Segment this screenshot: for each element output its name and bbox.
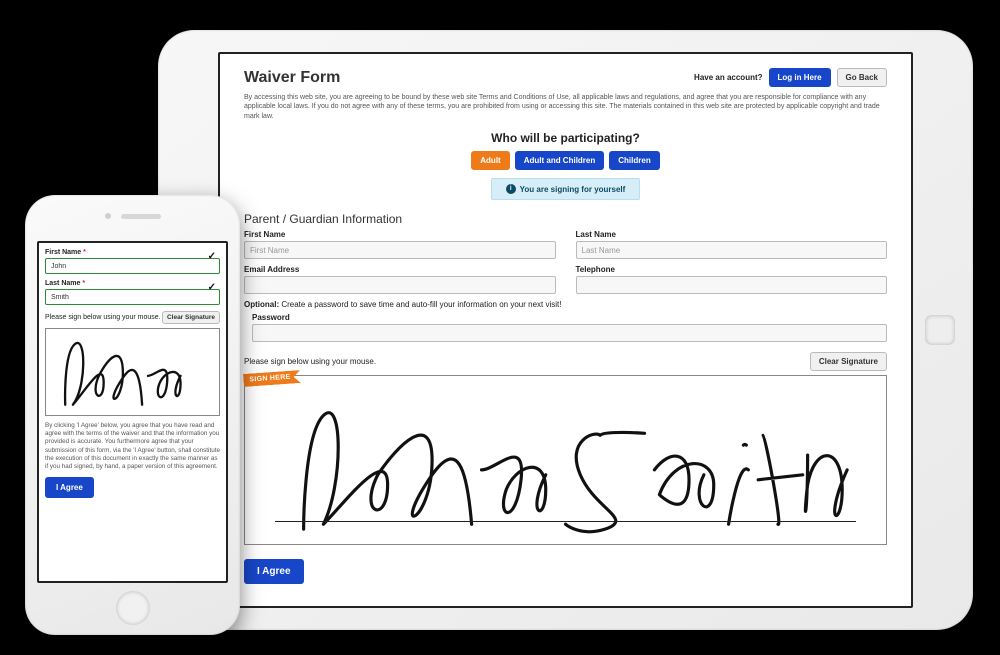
agree-button[interactable]: I Agree [244, 559, 304, 584]
signature-pad[interactable] [45, 328, 220, 416]
email-input[interactable] [244, 276, 556, 294]
info-icon: i [506, 184, 516, 194]
signature-baseline [275, 521, 856, 522]
go-back-button[interactable]: Go Back [837, 68, 887, 87]
option-adult-and-children[interactable]: Adult and Children [515, 151, 605, 170]
email-label: Email Address [244, 265, 556, 274]
phone-top-cluster [25, 213, 240, 219]
clear-signature-button[interactable]: Clear Signature [810, 352, 887, 371]
telephone-input[interactable] [576, 276, 888, 294]
signature-header-row: Please sign below using your mouse. Clea… [244, 352, 887, 371]
login-button[interactable]: Log in Here [769, 68, 831, 87]
self-sign-note-text: You are signing for yourself [520, 185, 626, 194]
first-name-label: First Name [244, 230, 556, 239]
option-adult[interactable]: Adult [471, 151, 509, 170]
valid-check-icon: ✓ [208, 251, 216, 262]
waiver-form-screen: Waiver Form Have an account? Log in Here… [218, 52, 913, 608]
participation-options: Adult Adult and Children Children [244, 151, 887, 170]
name-row: First Name Last Name [244, 230, 887, 259]
signature-hint: Please sign below using your mouse. [244, 357, 376, 366]
participation-heading: Who will be participating? [244, 131, 887, 145]
last-name-input[interactable] [45, 289, 220, 305]
last-name-label: Last Name [45, 280, 80, 287]
required-mark: * [83, 249, 86, 256]
required-mark: * [82, 280, 85, 287]
password-label: Password [252, 313, 887, 322]
page-title: Waiver Form [244, 69, 340, 87]
tablet-home-button[interactable] [925, 315, 955, 345]
contact-row: Email Address Telephone [244, 265, 887, 294]
agree-button[interactable]: I Agree [45, 477, 94, 498]
signature-drawing [245, 376, 886, 544]
first-name-input[interactable] [244, 241, 556, 259]
phone-home-button[interactable] [116, 591, 150, 625]
page-header: Waiver Form Have an account? Log in Here… [244, 68, 887, 87]
optional-password-hint: Optional: Create a password to save time… [244, 300, 887, 309]
account-prompt: Have an account? [694, 73, 762, 82]
optional-rest: Create a password to save time and auto-… [279, 300, 561, 309]
signature-pad[interactable]: SIGN HERE [244, 375, 887, 545]
signature-hint: Please sign below using your mouse. [45, 314, 161, 321]
telephone-label: Telephone [576, 265, 888, 274]
signature-drawing [46, 329, 219, 415]
last-name-input[interactable] [576, 241, 888, 259]
clear-signature-button[interactable]: Clear Signature [162, 311, 220, 324]
phone-camera [105, 213, 111, 219]
waiver-form-mobile-screen: First Name * ✓ Last Name * ✓ Please sign… [37, 241, 228, 583]
phone-device-frame: First Name * ✓ Last Name * ✓ Please sign… [25, 195, 240, 635]
valid-check-icon: ✓ [208, 282, 216, 293]
first-name-label: First Name [45, 249, 81, 256]
header-actions: Have an account? Log in Here Go Back [694, 68, 887, 87]
first-name-field: First Name * ✓ [45, 249, 220, 274]
guardian-section-heading: Parent / Guardian Information [244, 212, 887, 226]
password-input[interactable] [252, 324, 887, 342]
optional-lead: Optional: [244, 300, 279, 309]
option-children[interactable]: Children [609, 151, 659, 170]
tablet-device-frame: Waiver Form Have an account? Log in Here… [158, 30, 973, 630]
signature-header-row: Please sign below using your mouse. Clea… [45, 311, 220, 324]
self-sign-note: i You are signing for yourself [491, 178, 641, 200]
self-sign-note-row: i You are signing for yourself [244, 178, 887, 200]
phone-speaker [121, 214, 161, 219]
last-name-field: Last Name * ✓ [45, 280, 220, 305]
last-name-label: Last Name [576, 230, 888, 239]
agreement-disclaimer: By clicking 'I Agree' below, you agree t… [45, 422, 220, 471]
terms-text: By accessing this web site, you are agre… [244, 93, 887, 121]
first-name-input[interactable] [45, 258, 220, 274]
